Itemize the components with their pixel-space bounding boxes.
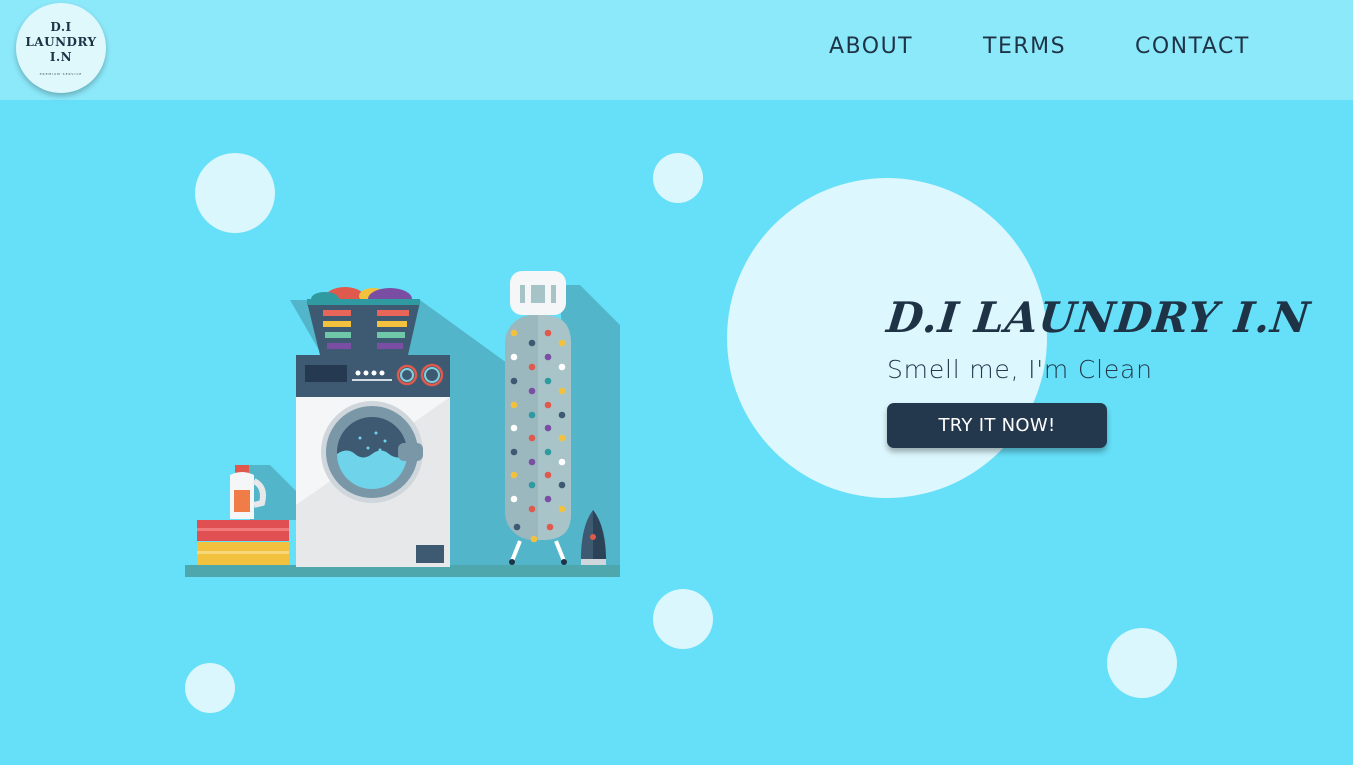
- laundry-room-illustration: [185, 271, 620, 577]
- nav-link-contact[interactable]: CONTACT: [1135, 34, 1250, 59]
- folded-towels-icon: [197, 520, 289, 565]
- decorative-bubble: [185, 663, 235, 713]
- brand-title: D.I LAUNDRY I.N: [884, 293, 1313, 343]
- logo-text-line-2: LAUNDRY: [25, 35, 97, 49]
- laundry-basket-icon: [307, 287, 420, 355]
- decorative-bubble: [653, 589, 713, 649]
- logo-text-line-1: D.I: [50, 20, 72, 34]
- hero-tagline: Smell me, I'm Clean: [887, 355, 1153, 384]
- navbar: D.I LAUNDRY I.N PREMIUM SERVICE ABOUT TE…: [0, 0, 1353, 100]
- decorative-bubble: [653, 153, 703, 203]
- try-it-now-button[interactable]: TRY IT NOW!: [887, 403, 1107, 448]
- site-logo[interactable]: D.I LAUNDRY I.N PREMIUM SERVICE: [16, 3, 106, 93]
- decorative-bubble: [195, 153, 275, 233]
- nav-link-terms[interactable]: TERMS: [983, 34, 1066, 59]
- nav-link-about[interactable]: ABOUT: [829, 34, 913, 59]
- logo-text-line-3: I.N: [49, 50, 73, 64]
- decorative-bubble: [1107, 628, 1177, 698]
- logo-subtitle: PREMIUM SERVICE: [39, 72, 83, 76]
- washing-machine-icon: [296, 355, 450, 567]
